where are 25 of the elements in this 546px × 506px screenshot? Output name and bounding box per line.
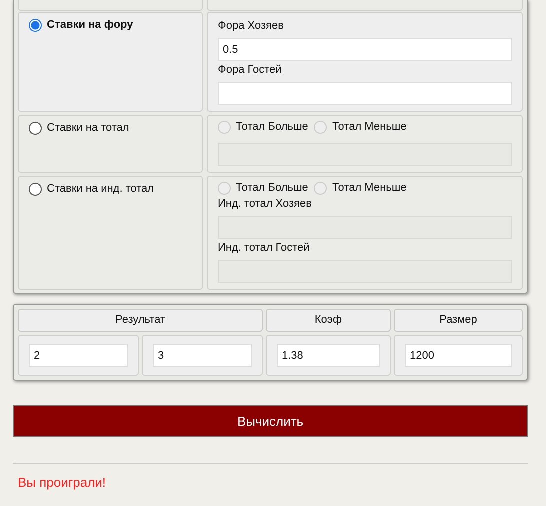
field-label: Фора Хозяев: [218, 20, 285, 33]
field-label: Инд. тотал Хозяев: [218, 198, 313, 211]
radio-button[interactable]: [29, 18, 42, 32]
column-header: Размер: [394, 309, 523, 332]
input-field[interactable]: 1.38: [277, 344, 380, 367]
field-label: Фора Гостей: [218, 64, 283, 77]
option-label: Тотал Меньше: [332, 181, 407, 195]
input-field[interactable]: 3: [153, 344, 252, 367]
radio-button[interactable]: [29, 122, 42, 134]
calculate-button[interactable]: Вычислить: [13, 405, 528, 437]
radio-button[interactable]: [29, 182, 42, 196]
input-field[interactable]: 2: [29, 344, 128, 367]
bet-type-label: Ставки на фору: [47, 18, 134, 32]
bet-type-label: Ставки на тотал: [47, 121, 130, 135]
input-field[interactable]: 0.5: [218, 38, 512, 61]
result-message: Вы проиграли!: [17, 474, 108, 492]
option-label: Тотал Меньше: [332, 120, 407, 134]
input-field[interactable]: [218, 82, 512, 105]
column-header: Коэф: [266, 309, 391, 332]
column-header: Результат: [18, 309, 263, 332]
option-label: Тотал Больше: [236, 120, 308, 134]
input-field[interactable]: 1200: [405, 344, 512, 367]
bet-type-label: Ставки на инд. тотал: [47, 182, 154, 196]
option-label: Тотал Больше: [236, 181, 308, 195]
field-label: Инд. тотал Гостей: [218, 242, 311, 255]
